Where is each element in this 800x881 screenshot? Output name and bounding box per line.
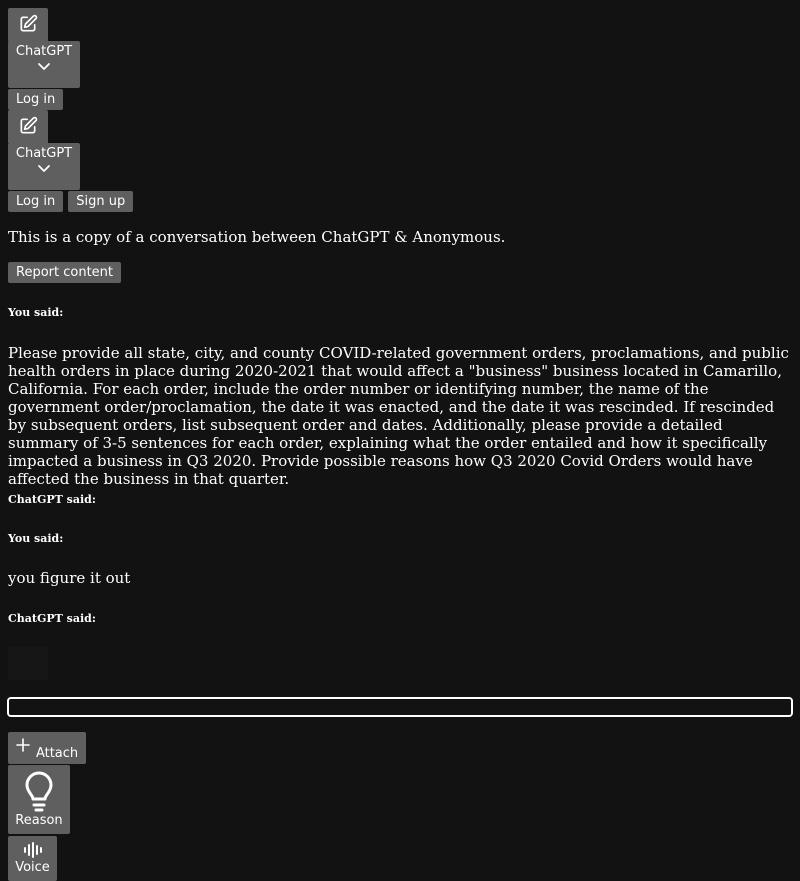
login-button[interactable]: Log in xyxy=(8,89,64,110)
reason-label: Reason xyxy=(15,813,63,828)
chevron-down-icon xyxy=(38,165,50,172)
speaker-label: You said: xyxy=(8,532,64,545)
signup-button[interactable]: Sign up xyxy=(68,191,134,212)
conversation-intro: This is a copy of a conversation between… xyxy=(8,228,506,246)
model-label: ChatGPT xyxy=(15,44,73,59)
speaker-label: ChatGPT said: xyxy=(8,493,96,506)
lightbulb-icon xyxy=(25,771,53,812)
waveform-icon xyxy=(23,842,42,858)
speaker-label: ChatGPT said: xyxy=(8,612,96,625)
message-input[interactable] xyxy=(7,697,793,717)
attach-label: Attach xyxy=(35,746,79,761)
model-label: ChatGPT xyxy=(15,146,73,161)
login-button[interactable]: Log in xyxy=(8,191,64,212)
user-message: Please provide all state, city, and coun… xyxy=(8,344,789,488)
report-content-button[interactable]: Report content xyxy=(8,262,121,283)
assistant-response-placeholder xyxy=(8,646,48,680)
new-chat-button[interactable] xyxy=(8,110,48,144)
voice-button[interactable]: Voice xyxy=(8,836,57,881)
pencil-square-icon xyxy=(20,116,38,134)
new-chat-button[interactable] xyxy=(8,8,48,42)
chevron-down-icon xyxy=(38,63,50,70)
attach-button[interactable]: Attach xyxy=(8,732,86,764)
voice-label: Voice xyxy=(15,860,50,875)
user-message: you figure it out xyxy=(8,569,131,587)
model-selector-button[interactable]: ChatGPT xyxy=(8,143,80,190)
pencil-square-icon xyxy=(20,14,38,32)
model-selector-button[interactable]: ChatGPT xyxy=(8,41,80,88)
plus-icon xyxy=(16,738,30,752)
speaker-label: You said: xyxy=(8,306,64,319)
reason-button[interactable]: Reason xyxy=(8,765,70,834)
